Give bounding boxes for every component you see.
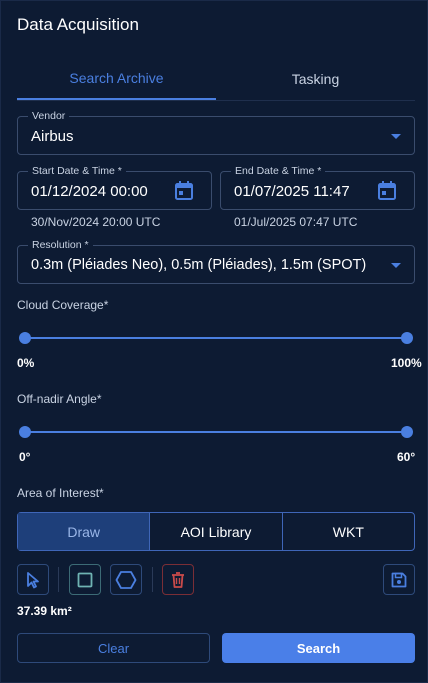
save-aoi-button[interactable] bbox=[383, 564, 415, 595]
toolbar-divider bbox=[152, 567, 153, 592]
aoi-mode-library[interactable]: AOI Library bbox=[150, 513, 283, 550]
cloud-coverage-max-thumb[interactable] bbox=[401, 332, 413, 344]
off-nadir-min-label: 0° bbox=[19, 450, 31, 464]
draw-polygon-button[interactable] bbox=[110, 564, 142, 595]
aoi-mode-selector: Draw AOI Library WKT bbox=[17, 512, 415, 551]
hexagon-icon bbox=[115, 570, 137, 589]
vendor-label: Vendor bbox=[28, 110, 70, 122]
end-date-label: End Date & Time * bbox=[231, 165, 326, 177]
rectangle-icon bbox=[77, 572, 93, 587]
aoi-label: Area of Interest* bbox=[17, 486, 104, 500]
search-button[interactable]: Search bbox=[222, 633, 415, 663]
cloud-coverage-label: Cloud Coverage* bbox=[17, 298, 109, 312]
off-nadir-max-thumb[interactable] bbox=[401, 426, 413, 438]
tab-tasking[interactable]: Tasking bbox=[216, 57, 415, 100]
end-date-value: 01/07/2025 11:47 bbox=[234, 183, 350, 200]
cloud-coverage-min-thumb[interactable] bbox=[19, 332, 31, 344]
cursor-icon bbox=[27, 571, 39, 588]
aoi-mode-draw[interactable]: Draw bbox=[18, 513, 151, 550]
toolbar-divider bbox=[58, 567, 59, 592]
cloud-coverage-track[interactable] bbox=[25, 337, 407, 339]
start-date-utc: 30/Nov/2024 20:00 UTC bbox=[31, 215, 161, 229]
tab-bar: Search Archive Tasking bbox=[17, 57, 415, 101]
resolution-value: 0.3m (Pléiades Neo), 0.5m (Pléiades), 1.… bbox=[31, 257, 367, 273]
save-icon bbox=[391, 572, 407, 587]
select-tool-button[interactable] bbox=[17, 564, 49, 595]
delete-shape-button[interactable] bbox=[162, 564, 194, 595]
end-date-utc: 01/Jul/2025 07:47 UTC bbox=[234, 215, 358, 229]
chevron-down-icon bbox=[391, 134, 401, 139]
aoi-mode-wkt[interactable]: WKT bbox=[283, 513, 414, 550]
off-nadir-label: Off-nadir Angle* bbox=[17, 392, 102, 406]
resolution-select[interactable]: Resolution * 0.3m (Pléiades Neo), 0.5m (… bbox=[17, 239, 415, 284]
start-date-label: Start Date & Time * bbox=[28, 165, 126, 177]
calendar-icon[interactable] bbox=[377, 180, 397, 207]
cloud-coverage-max-label: 100% bbox=[391, 356, 422, 370]
data-acquisition-panel: Data Acquisition Search Archive Tasking … bbox=[0, 0, 428, 683]
vendor-value: Airbus bbox=[31, 128, 74, 145]
aoi-area-value: 37.39 km² bbox=[17, 604, 72, 618]
off-nadir-max-label: 60° bbox=[397, 450, 416, 464]
draw-rectangle-button[interactable] bbox=[69, 564, 101, 595]
start-date-field[interactable]: Start Date & Time * 01/12/2024 00:00 bbox=[17, 165, 212, 210]
off-nadir-min-thumb[interactable] bbox=[19, 426, 31, 438]
clear-button[interactable]: Clear bbox=[17, 633, 210, 663]
start-date-value: 01/12/2024 00:00 bbox=[31, 183, 148, 200]
end-date-field[interactable]: End Date & Time * 01/07/2025 11:47 bbox=[220, 165, 415, 210]
off-nadir-track[interactable] bbox=[25, 431, 407, 433]
trash-icon bbox=[172, 571, 184, 588]
chevron-down-icon bbox=[391, 263, 401, 268]
panel-title: Data Acquisition bbox=[17, 15, 139, 34]
cloud-coverage-min-label: 0% bbox=[17, 356, 35, 370]
calendar-icon[interactable] bbox=[174, 180, 194, 207]
vendor-select[interactable]: Vendor Airbus bbox=[17, 110, 415, 155]
resolution-label: Resolution * bbox=[28, 239, 93, 251]
tab-search-archive[interactable]: Search Archive bbox=[17, 57, 216, 100]
